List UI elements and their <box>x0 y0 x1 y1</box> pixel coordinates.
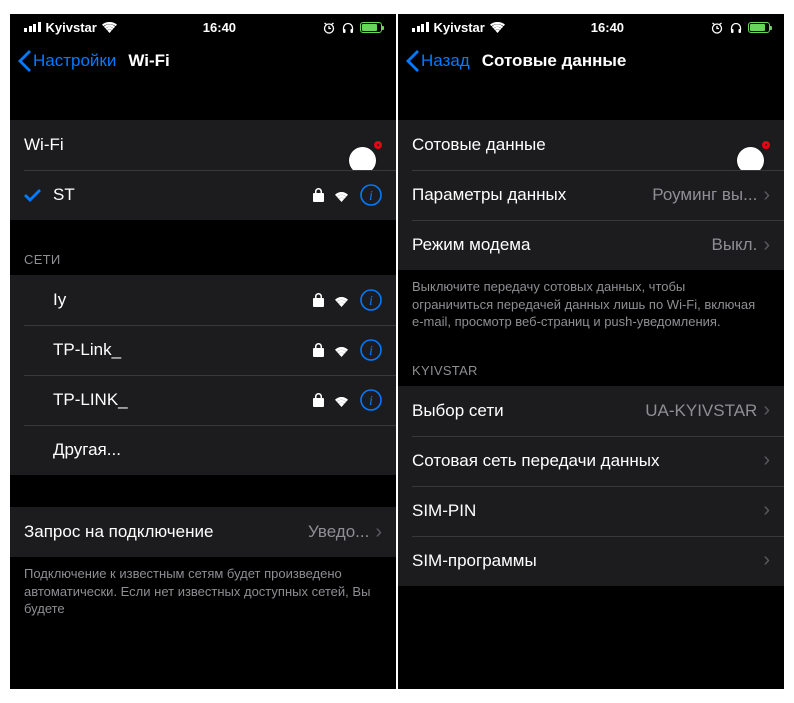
network-selection-row[interactable]: Выбор сети UA-KYIVSTAR › <box>398 386 784 436</box>
sim-apps-row[interactable]: SIM-программы › <box>398 536 784 586</box>
battery-icon <box>748 22 770 33</box>
data-options-value: Роуминг вы... <box>652 185 757 205</box>
cellular-footer: Выключите передачу сотовых данных, чтобы… <box>398 270 784 331</box>
wifi-strength-icon <box>333 344 350 357</box>
chevron-right-icon: › <box>763 234 770 257</box>
network-row[interactable]: I y i <box>10 275 396 325</box>
back-button[interactable]: Назад <box>406 50 470 72</box>
chevron-left-icon <box>18 50 31 72</box>
sim-pin-row[interactable]: SIM-PIN › <box>398 486 784 536</box>
chevron-right-icon: › <box>763 449 770 472</box>
info-icon[interactable]: i <box>360 289 382 311</box>
cellular-network-label: Сотовая сеть передачи данных <box>412 451 763 471</box>
nav-bar: Настройки Wi-Fi <box>10 40 396 82</box>
wifi-strength-icon <box>333 294 350 307</box>
phone-left: Kyivstar 16:40 Настройки Wi-Fi Wi-Fi S T… <box>10 14 396 689</box>
page-title: Сотовые данные <box>482 51 627 71</box>
ask-value: Уведо... <box>308 522 369 542</box>
info-icon[interactable]: i <box>360 389 382 411</box>
toggle-highlight <box>762 141 770 149</box>
check-icon <box>24 189 41 202</box>
ask-label: Запрос на подключение <box>24 522 308 542</box>
chevron-right-icon: › <box>375 521 382 544</box>
network-row[interactable]: TP-Link_ i <box>10 325 396 375</box>
cellular-network-row[interactable]: Сотовая сеть передачи данных › <box>398 436 784 486</box>
toggle-highlight <box>374 141 382 149</box>
chevron-right-icon: › <box>763 549 770 572</box>
network-label: I y <box>53 290 313 310</box>
other-network-row[interactable]: Другая... <box>10 425 396 475</box>
lock-icon <box>313 343 324 357</box>
signal-icon <box>24 22 41 32</box>
cellular-toggle-row[interactable]: Сотовые данные <box>398 120 784 170</box>
svg-text:i: i <box>369 294 373 309</box>
hotspot-row[interactable]: Режим модема Выкл. › <box>398 220 784 270</box>
data-options-label: Параметры данных <box>412 185 652 205</box>
connected-network-label: S T <box>53 185 313 205</box>
hotspot-label: Режим модема <box>412 235 711 255</box>
svg-text:i: i <box>369 189 373 204</box>
headphone-icon <box>729 21 743 34</box>
chevron-right-icon: › <box>763 499 770 522</box>
hotspot-value: Выкл. <box>711 235 757 255</box>
page-title: Wi-Fi <box>128 51 169 71</box>
wifi-icon <box>102 22 117 33</box>
alarm-icon <box>710 21 724 34</box>
battery-icon <box>360 22 382 33</box>
back-label: Назад <box>421 51 470 71</box>
info-icon[interactable]: i <box>360 339 382 361</box>
lock-icon <box>313 188 324 202</box>
lock-icon <box>313 293 324 307</box>
wifi-toggle-row[interactable]: Wi-Fi <box>10 120 396 170</box>
svg-text:i: i <box>369 394 373 409</box>
status-bar: Kyivstar 16:40 <box>398 14 784 40</box>
alarm-icon <box>322 21 336 34</box>
networks-header: СЕТИ <box>10 252 396 275</box>
time-label: 16:40 <box>591 20 624 35</box>
back-label: Настройки <box>33 51 116 71</box>
svg-text:i: i <box>369 344 373 359</box>
network-label: TP-LINK_ <box>53 390 313 410</box>
back-button[interactable]: Настройки <box>18 50 116 72</box>
network-row[interactable]: TP-LINK_ i <box>10 375 396 425</box>
wifi-strength-icon <box>333 394 350 407</box>
network-selection-label: Выбор сети <box>412 401 645 421</box>
carrier-label: Kyivstar <box>434 20 485 35</box>
info-icon[interactable]: i <box>360 184 382 206</box>
wifi-icon <box>490 22 505 33</box>
status-bar: Kyivstar 16:40 <box>10 14 396 40</box>
sim-apps-label: SIM-программы <box>412 551 763 571</box>
carrier-label: Kyivstar <box>46 20 97 35</box>
network-selection-value: UA-KYIVSTAR <box>645 401 757 421</box>
chevron-left-icon <box>406 50 419 72</box>
network-label: TP-Link_ <box>53 340 313 360</box>
sim-pin-label: SIM-PIN <box>412 501 763 521</box>
signal-icon <box>412 22 429 32</box>
wifi-label: Wi-Fi <box>24 135 374 155</box>
time-label: 16:40 <box>203 20 236 35</box>
chevron-right-icon: › <box>763 184 770 207</box>
ask-to-join-row[interactable]: Запрос на подключение Уведо... › <box>10 507 396 557</box>
cellular-label: Сотовые данные <box>412 135 762 155</box>
connected-network-row[interactable]: S T i <box>10 170 396 220</box>
data-options-row[interactable]: Параметры данных Роуминг вы... › <box>398 170 784 220</box>
wifi-strength-icon <box>333 189 350 202</box>
lock-icon <box>313 393 324 407</box>
chevron-right-icon: › <box>763 399 770 422</box>
headphone-icon <box>341 21 355 34</box>
other-label: Другая... <box>53 440 382 460</box>
ask-footer: Подключение к известным сетям будет прои… <box>10 557 396 618</box>
phone-right: Kyivstar 16:40 Назад Сотовые данные Сото… <box>398 14 784 689</box>
nav-bar: Назад Сотовые данные <box>398 40 784 82</box>
kyivstar-header: KYIVSTAR <box>398 363 784 386</box>
